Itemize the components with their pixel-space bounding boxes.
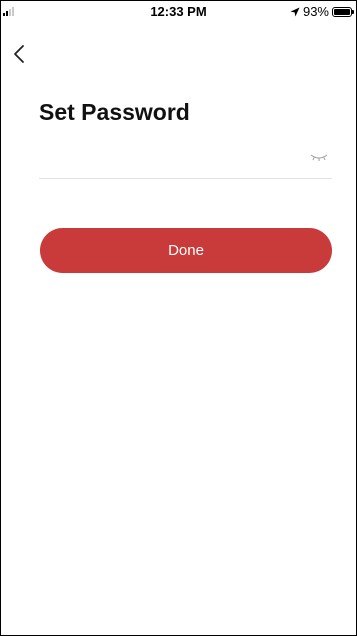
location-arrow-icon (290, 7, 300, 16)
back-button[interactable] (9, 41, 31, 67)
set-password-screen: 12:33 PM 93% Set Password Done (0, 0, 357, 636)
chevron-left-icon (14, 45, 24, 63)
password-field (39, 141, 332, 179)
battery-status: 93% (290, 4, 354, 19)
page-title: Set Password (39, 99, 190, 125)
battery-icon (332, 6, 354, 17)
done-button[interactable]: Done (40, 228, 332, 273)
password-visibility-toggle[interactable] (310, 151, 328, 163)
battery-percent: 93% (302, 4, 329, 19)
eye-closed-icon (310, 154, 328, 161)
password-input[interactable] (39, 141, 299, 175)
status-bar: 12:33 PM 93% (1, 1, 356, 21)
